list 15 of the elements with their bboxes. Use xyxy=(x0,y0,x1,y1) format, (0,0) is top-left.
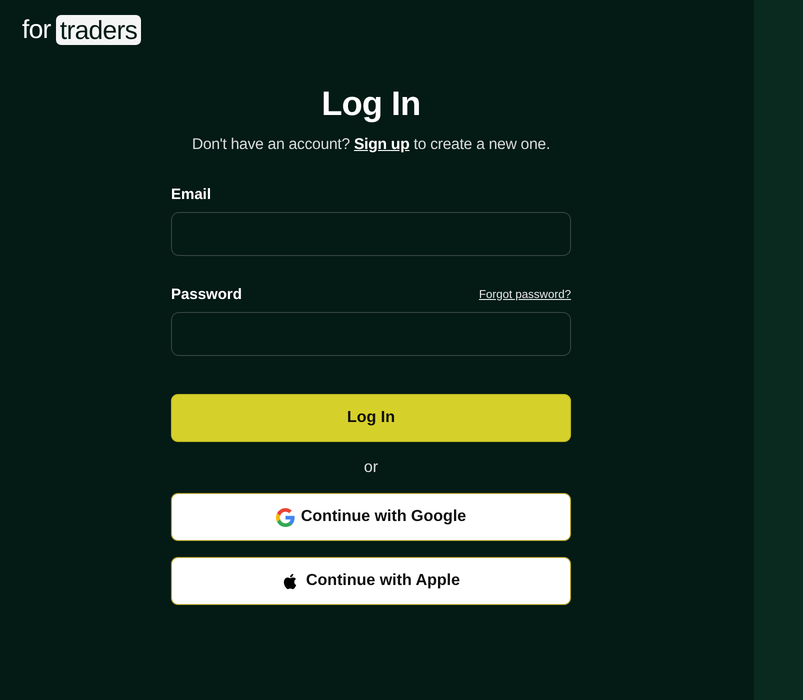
apple-button[interactable]: Continue with Apple xyxy=(171,557,571,605)
logo-badge: traders xyxy=(56,14,142,44)
field-label: Email xyxy=(171,186,212,203)
divider-text: or xyxy=(362,459,380,477)
login-button[interactable]: Log In xyxy=(171,394,571,442)
field-label: Password xyxy=(171,286,242,303)
input-field[interactable] xyxy=(171,312,571,356)
page-title: Log In xyxy=(320,85,422,124)
google-button[interactable]: Continue with Google xyxy=(171,493,571,541)
logo-text: for xyxy=(22,14,51,45)
input-field[interactable] xyxy=(171,212,571,256)
signup-link[interactable]: Sign up xyxy=(354,136,410,153)
signup-prompt: Don't have an account? Sign up to create a new one. xyxy=(190,136,552,154)
google-icon xyxy=(276,508,295,526)
forgot-password-link[interactable]: Forgot password? xyxy=(478,288,571,300)
